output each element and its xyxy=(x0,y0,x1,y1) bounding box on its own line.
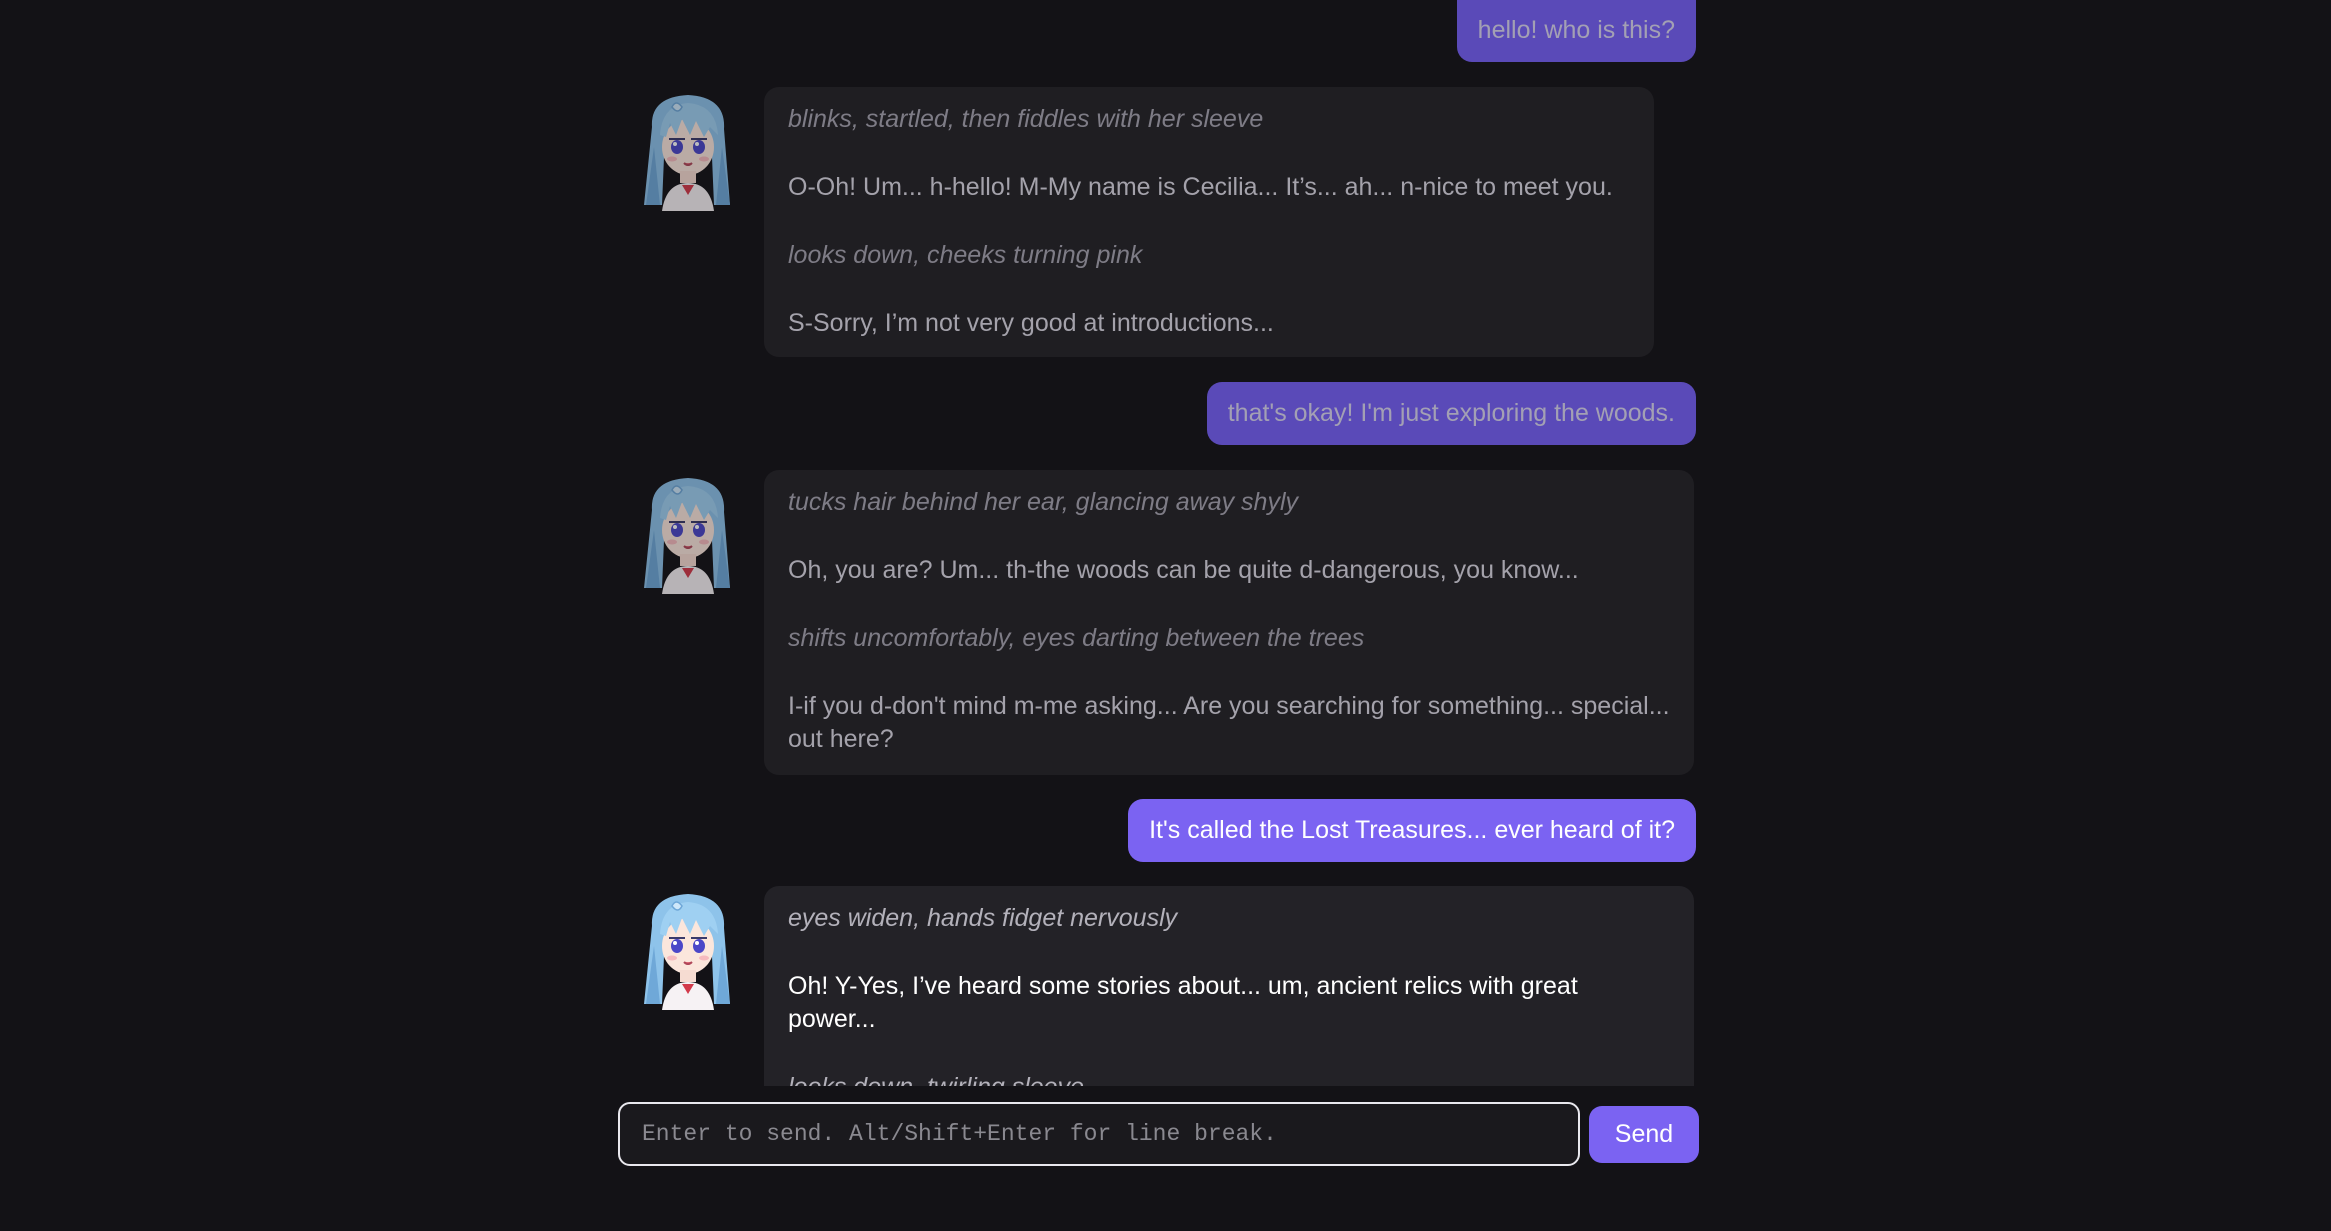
user-message-text: that's okay! I'm just exploring the wood… xyxy=(1206,382,1696,445)
action-text: tucks hair behind her ear, glancing away… xyxy=(788,488,1299,516)
composer: Send xyxy=(618,1102,1701,1166)
action-text: eyes widen, hands fidget nervously xyxy=(788,904,1178,932)
speech-text: Oh! Y-Yes, I’ve heard some stories about… xyxy=(788,972,1578,1033)
character-message: eyes widen, hands fidget nervously Oh! Y… xyxy=(632,886,1694,1086)
speech-text: S-Sorry, I’m not very good at introducti… xyxy=(788,309,1274,337)
character-message: tucks hair behind her ear, glancing away… xyxy=(632,470,1694,775)
character-avatar xyxy=(632,886,744,1010)
action-text: looks down, twirling sleeve xyxy=(788,1071,1670,1086)
user-message-text: It's called the Lost Treasures... ever h… xyxy=(1128,799,1696,862)
action-text: blinks, startled, then fiddles with her … xyxy=(788,105,1264,133)
character-avatar xyxy=(632,470,744,594)
character-message: blinks, startled, then fiddles with her … xyxy=(632,87,1654,357)
message-input[interactable] xyxy=(618,1102,1580,1166)
action-text: looks down, cheeks turning pink xyxy=(788,241,1143,269)
user-message: It's called the Lost Treasures... ever h… xyxy=(1128,799,1696,862)
character-message-bubble: tucks hair behind her ear, glancing away… xyxy=(764,470,1694,775)
character-avatar xyxy=(632,87,744,211)
character-message-bubble: eyes widen, hands fidget nervously Oh! Y… xyxy=(764,886,1694,1086)
character-message-bubble: blinks, startled, then fiddles with her … xyxy=(764,87,1654,357)
user-message: hello! who is this? xyxy=(1456,0,1696,62)
action-text: shifts uncomfortably, eyes darting betwe… xyxy=(788,624,1365,652)
send-button[interactable]: Send xyxy=(1589,1105,1699,1163)
user-message-text: hello! who is this? xyxy=(1456,0,1696,62)
speech-text: I-if you d-don't mind m-me asking... Are… xyxy=(788,692,1670,753)
chat-log[interactable]: hello! who is this? blinks, startled, th… xyxy=(0,0,2331,1086)
speech-text: O-Oh! Um... h-hello! M-My name is Cecili… xyxy=(788,173,1613,201)
user-message: that's okay! I'm just exploring the wood… xyxy=(1206,382,1696,445)
speech-text: Oh, you are? Um... th-the woods can be q… xyxy=(788,556,1579,584)
